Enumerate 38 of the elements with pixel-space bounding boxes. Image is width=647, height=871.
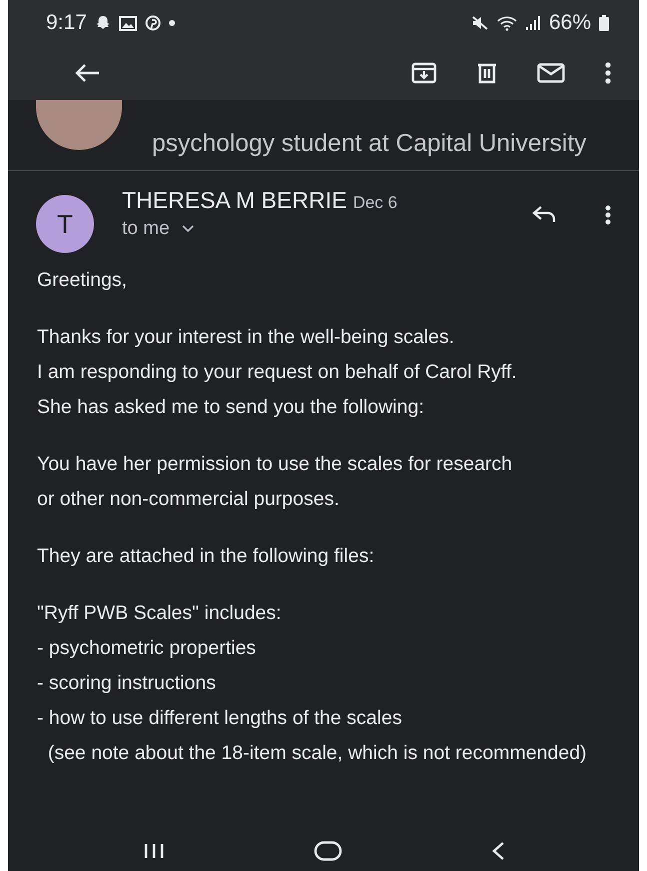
home-icon[interactable]	[314, 841, 342, 861]
chevron-down-icon[interactable]	[182, 225, 194, 233]
more-icon[interactable]	[605, 62, 611, 84]
envelope-icon[interactable]	[537, 63, 565, 83]
image-icon	[118, 16, 137, 30]
trash-icon[interactable]	[477, 62, 497, 84]
pin-icon	[144, 15, 161, 31]
mute-icon	[470, 15, 489, 31]
sender-avatar: T	[36, 195, 94, 253]
recent-apps-icon[interactable]	[142, 842, 164, 860]
message-text: I am responding to your request on behalf of Carol Ryff.	[37, 363, 518, 382]
message-text: - psychometric properties	[37, 639, 257, 658]
more-icon[interactable]	[605, 205, 611, 225]
battery-icon	[599, 15, 609, 31]
message-text: They are attached in the following files:	[37, 547, 376, 566]
message-text: (see note about the 18-item scale, which is not recommended)	[46, 744, 588, 763]
sender-name: THERESA M BERRIE	[122, 187, 347, 213]
message-text: or other non-commercial purposes.	[37, 490, 340, 509]
back-arrow-icon[interactable]	[74, 63, 100, 83]
clock: 9:17	[46, 11, 87, 35]
message-text: Thanks for your interest in the well-being scales.	[37, 328, 456, 347]
wifi-icon	[496, 15, 517, 31]
message-text: "Ryff PWB Scales" includes:	[37, 604, 282, 623]
dot-icon	[168, 20, 175, 26]
message-text: - how to use different lengths of the scales	[37, 709, 403, 728]
message-text: She has asked me to send you the following:	[37, 398, 425, 417]
back-chevron-icon[interactable]	[490, 841, 504, 861]
battery-percent: 66%	[548, 11, 591, 35]
reply-icon[interactable]	[531, 205, 557, 223]
message-text: Greetings,	[37, 271, 128, 290]
signal-icon	[524, 16, 541, 30]
message-snippet: psychology student at Capital University	[152, 130, 586, 158]
message-text: - scoring instructions	[37, 674, 217, 693]
message-date: Dec 6	[352, 193, 398, 212]
message-text: You have her permission to use the scales for research	[37, 455, 514, 474]
recipient-toggle[interactable]: to me	[122, 218, 194, 240]
archive-icon[interactable]	[411, 62, 437, 84]
ghost-icon	[94, 15, 111, 31]
